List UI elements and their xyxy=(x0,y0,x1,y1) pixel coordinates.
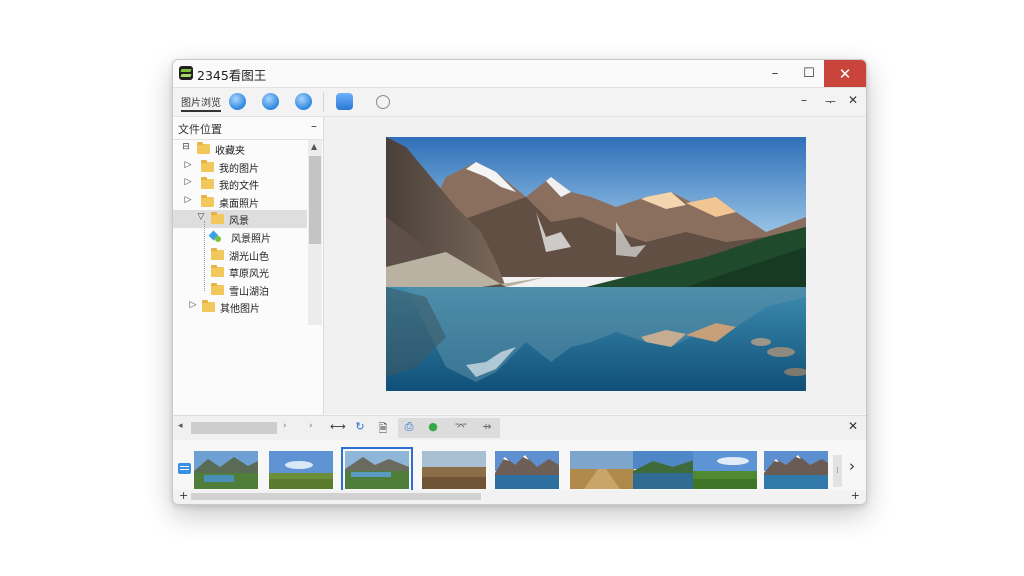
panel-minimize-button[interactable]: – xyxy=(801,93,807,107)
folder-panel-header: 文件位置 – xyxy=(173,117,323,140)
status-bar: + + xyxy=(173,489,866,504)
folder-tree: ⊟ 收藏夹 ▷ 我的图片 ▷ 我的文件 ▷ 桌面照片 ▽ 风景 风景照片 湖光山… xyxy=(173,140,307,316)
folder-icon xyxy=(201,194,214,207)
tree-item-label: 草原风光 xyxy=(229,269,269,281)
close-button[interactable]: ✕ xyxy=(824,60,866,87)
tree-guide-line xyxy=(204,221,206,291)
compare-icon[interactable]: ⇸ xyxy=(480,420,494,436)
print-icon[interactable]: ⎙ xyxy=(402,420,416,436)
horizontal-scrollbar[interactable]: ◂ › › xyxy=(175,420,321,435)
app-window: 2345看图王 – ☐ ✕ 图片浏览 – ᅮ ✕ 文件位置 – ⊟ 收藏夹 ▷ xyxy=(172,59,867,505)
tree-item-other[interactable]: ▷ 其他图片 xyxy=(173,298,307,316)
folder-icon xyxy=(201,159,214,172)
tree-item-scenery[interactable]: ▽ 风景 xyxy=(173,210,307,228)
tree-item-desktop-photos[interactable]: ▷ 桌面照片 xyxy=(173,193,307,211)
thumbnail[interactable] xyxy=(495,451,559,489)
close-strip-button[interactable]: ✕ xyxy=(848,419,858,433)
tree-item-label: 风景照片 xyxy=(231,233,271,245)
folder-icon xyxy=(211,282,224,295)
thumbnail-view-icon[interactable] xyxy=(178,463,191,474)
maximize-button[interactable]: ☐ xyxy=(792,60,826,87)
toolbar: 图片浏览 – ᅮ ✕ xyxy=(173,88,866,117)
tree-item-label: 我的文件 xyxy=(219,181,259,193)
thumbnail[interactable] xyxy=(693,451,757,489)
app-title: 2345看图王 xyxy=(197,68,267,83)
thumbnail[interactable] xyxy=(570,451,634,489)
strip-scrollbar[interactable] xyxy=(191,493,481,500)
pin-button[interactable]: ᅮ xyxy=(825,93,836,110)
tree-item-scenery-photos[interactable]: 风景照片 xyxy=(173,228,307,246)
expand-icon[interactable]: ▷ xyxy=(183,177,193,187)
rotate-icon[interactable]: ↻ xyxy=(353,420,367,436)
thumbnail-strip: ⁝ › xyxy=(173,440,866,493)
browse-tab[interactable]: 图片浏览 xyxy=(181,94,221,112)
fit-width-icon[interactable]: ⟷ xyxy=(330,420,346,436)
app-logo-icon xyxy=(179,66,193,80)
folder-icon xyxy=(201,177,214,190)
add-button[interactable]: + xyxy=(851,489,860,502)
folder-panel: 文件位置 – ⊟ 收藏夹 ▷ 我的图片 ▷ 我的文件 ▷ 桌面照片 ▽ 风景 风… xyxy=(173,117,324,417)
refresh-icon[interactable] xyxy=(376,95,390,109)
main-photo[interactable] xyxy=(386,137,806,391)
shield-icon[interactable] xyxy=(295,93,312,110)
mountain-lake-photo xyxy=(386,137,806,391)
strip-scroll-marker[interactable]: ⁝ xyxy=(833,455,842,487)
thumbnail[interactable] xyxy=(269,451,333,489)
tree-item-grassland[interactable]: 草原风光 xyxy=(173,263,307,281)
trophy-icon[interactable] xyxy=(336,93,353,110)
collapse-panel-button[interactable]: – xyxy=(311,119,317,133)
thumbnail[interactable] xyxy=(764,451,828,489)
tree-item-label: 湖光山色 xyxy=(229,251,269,263)
share-icon[interactable]: ● xyxy=(426,420,440,436)
scroll-up-icon[interactable]: ▲ xyxy=(311,142,317,151)
tree-item-my-files[interactable]: ▷ 我的文件 xyxy=(173,175,307,193)
toolbar-divider xyxy=(323,92,324,112)
folder-icon xyxy=(211,212,224,225)
scroll-right-icon[interactable]: › xyxy=(283,421,287,431)
zoom-in-button[interactable]: + xyxy=(179,489,188,502)
scrollbar-thumb[interactable] xyxy=(191,422,277,434)
folder-icon xyxy=(211,247,224,260)
title-bar: 2345看图王 – ☐ ✕ xyxy=(173,60,866,88)
tree-item-lakes[interactable]: 湖光山色 xyxy=(173,246,307,264)
folder-icon xyxy=(202,300,215,313)
bottom-toolbar: ◂ › › ⟷ ↻ 🗎 ⎙ ● ⌤ ⇸ ✕ xyxy=(173,415,866,441)
image-viewer xyxy=(324,117,866,414)
save-icon[interactable]: 🗎 xyxy=(376,420,390,436)
expand-icon[interactable]: ▷ xyxy=(188,300,198,310)
collapse-icon[interactable]: ⊟ xyxy=(181,142,191,152)
expand-icon[interactable]: ▷ xyxy=(183,195,193,205)
thumbnail[interactable] xyxy=(422,451,486,489)
scroll-left-icon[interactable]: ◂ xyxy=(178,421,183,431)
minimize-button[interactable]: – xyxy=(758,60,792,87)
tree-item-label: 我的图片 xyxy=(219,163,259,175)
folder-icon xyxy=(211,265,224,278)
vertical-scrollbar[interactable]: ▲ xyxy=(308,140,322,325)
special-folder-icon xyxy=(209,230,222,243)
tree-item-snow-mountains[interactable]: 雪山湖泊 xyxy=(173,281,307,299)
folder-panel-title: 文件位置 xyxy=(178,123,222,136)
thumbnail[interactable] xyxy=(633,451,697,489)
thumbnail-selected[interactable] xyxy=(341,447,413,493)
tree-item-label: 桌面照片 xyxy=(219,198,259,210)
scrollbar-thumb[interactable] xyxy=(309,156,321,244)
tree-item-my-pictures[interactable]: ▷ 我的图片 xyxy=(173,158,307,176)
tree-item-label: 其他图片 xyxy=(220,304,260,316)
tree-item-label: 风景 xyxy=(229,216,249,228)
thumbnail[interactable] xyxy=(194,451,258,489)
open-icon[interactable] xyxy=(229,93,246,110)
folder-icon xyxy=(197,142,210,154)
expand-icon[interactable]: ▷ xyxy=(183,160,193,170)
tree-item-label: 收藏夹 xyxy=(215,146,245,157)
tree-item-favorites[interactable]: ⊟ 收藏夹 xyxy=(173,140,307,158)
globe-icon[interactable] xyxy=(262,93,279,110)
scroll-right-icon[interactable]: › xyxy=(309,421,313,431)
next-page-button[interactable]: › xyxy=(849,457,855,475)
panel-close-button[interactable]: ✕ xyxy=(848,93,858,107)
tree-item-label: 雪山湖泊 xyxy=(229,286,269,298)
crop-icon[interactable]: ⌤ xyxy=(454,420,468,436)
